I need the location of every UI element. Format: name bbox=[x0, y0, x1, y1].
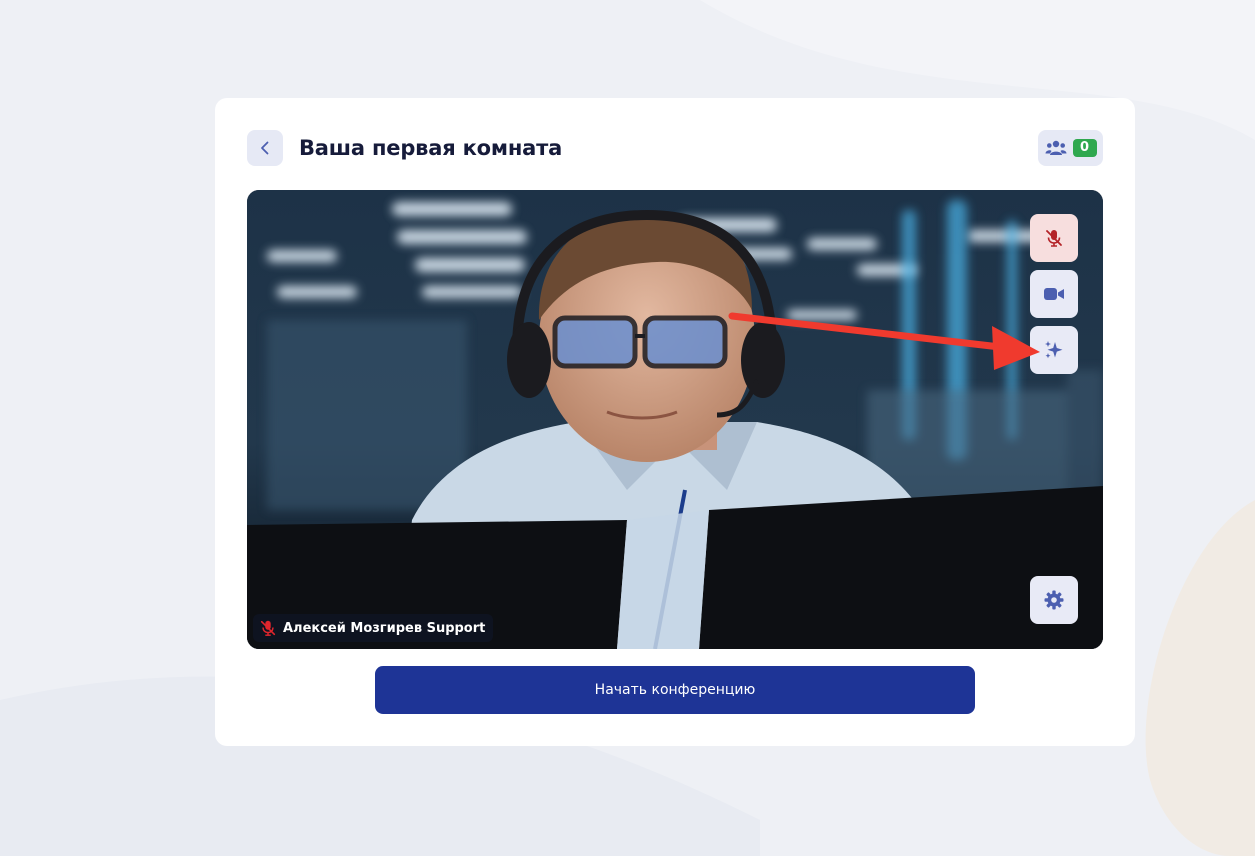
participant-name-tag: Алексей Мозгирев Support bbox=[253, 614, 494, 642]
video-preview: Алексей Мозгирев Support bbox=[247, 190, 1103, 649]
mic-off-icon bbox=[1046, 230, 1062, 247]
sparkles-icon bbox=[1045, 341, 1063, 359]
participants-button[interactable]: 0 bbox=[1038, 130, 1103, 166]
camera-feed-image bbox=[247, 190, 1103, 649]
users-icon bbox=[1045, 140, 1066, 155]
mic-toggle-button[interactable] bbox=[1030, 214, 1078, 262]
chevron-left-icon bbox=[261, 141, 269, 155]
room-title: Ваша первая комната bbox=[299, 136, 563, 160]
start-conference-button[interactable]: Начать конференцию bbox=[375, 666, 975, 714]
video-camera-icon bbox=[1044, 288, 1064, 300]
settings-button[interactable] bbox=[1030, 576, 1078, 624]
mic-off-icon bbox=[260, 620, 276, 636]
room-card: Ваша первая комната 0 Алексей Мозгирев S… bbox=[215, 98, 1135, 746]
camera-toggle-button[interactable] bbox=[1030, 270, 1078, 318]
participant-name: Алексей Мозгирев Support bbox=[283, 620, 486, 636]
back-button[interactable] bbox=[247, 130, 283, 166]
participants-count-badge: 0 bbox=[1072, 139, 1097, 157]
effects-button[interactable] bbox=[1030, 326, 1078, 374]
gear-icon bbox=[1044, 590, 1064, 610]
room-header: Ваша первая комната 0 bbox=[247, 130, 1103, 166]
